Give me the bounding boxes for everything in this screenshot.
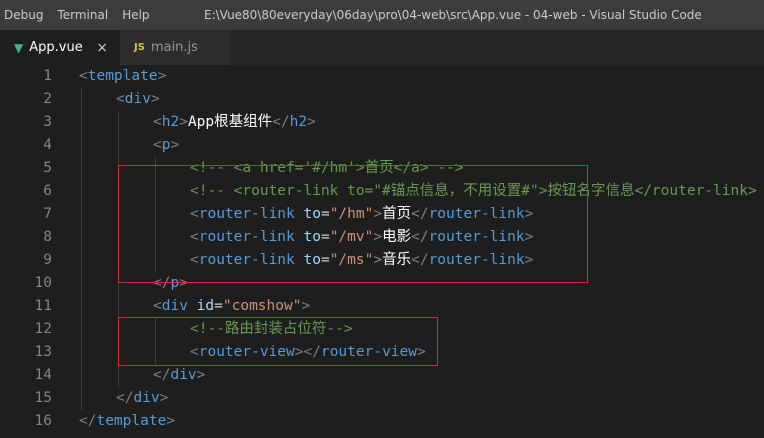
code-text: <h2>App根基组件</h2>	[153, 111, 316, 134]
vue-icon: ▼	[14, 40, 24, 55]
code-text: </div>	[116, 387, 168, 410]
tab-label: App.vue	[29, 40, 83, 55]
code-token: >	[307, 114, 316, 130]
code-token: template	[87, 68, 158, 84]
line-number: 1	[43, 68, 52, 84]
code-token: id	[196, 298, 215, 314]
code-token: div	[161, 298, 188, 314]
code-token: =	[214, 298, 223, 314]
code-line[interactable]: 15 </div>	[0, 387, 764, 410]
code-token: </	[272, 114, 290, 130]
menu-debug[interactable]: Debug	[0, 8, 50, 22]
tab-main-js[interactable]: JS main.js	[120, 30, 230, 65]
js-icon: JS	[134, 42, 145, 53]
annotation-box	[118, 165, 588, 283]
code-line[interactable]: 11 <div id="comshow">	[0, 295, 764, 318]
code-token: <	[153, 298, 162, 314]
code-text: <template>	[79, 65, 166, 88]
code-token: App根基组件	[187, 114, 273, 130]
code-token: >	[159, 390, 169, 406]
line-number: 2	[43, 91, 52, 107]
code-text: <div>	[116, 88, 160, 111]
code-token: template	[96, 413, 167, 429]
tab-bar: ▼ App.vue × JS main.js	[0, 30, 764, 65]
tab-label: main.js	[150, 40, 198, 55]
line-number: 15	[34, 390, 52, 406]
line-number: 3	[43, 114, 52, 130]
line-number: 4	[43, 137, 52, 153]
code-token: "comshow"	[222, 298, 302, 314]
code-token: div	[170, 367, 197, 383]
code-token: <	[153, 114, 162, 130]
menu-terminal[interactable]: Terminal	[50, 8, 115, 22]
window-title: E:\Vue80\80everyday\06day\pro\04-web\src…	[204, 8, 702, 22]
code-token: >	[179, 114, 188, 130]
line-number: 8	[43, 229, 52, 245]
line-number: 10	[34, 275, 52, 291]
code-token: </	[116, 390, 134, 406]
code-line[interactable]: 1 <template>	[0, 65, 764, 88]
annotation-box	[118, 317, 438, 366]
code-line[interactable]: 16 </template>	[0, 410, 764, 433]
close-icon[interactable]: ×	[96, 40, 108, 56]
code-text: <div id="comshow">	[153, 295, 310, 318]
line-number: 5	[43, 160, 52, 176]
code-token: <	[79, 68, 88, 84]
line-number: 7	[43, 206, 52, 222]
code-editor[interactable]: 1 <template> 2 <div> 3 <h2>App根基组件</h2> 4 <p> 5 <…	[0, 65, 764, 438]
code-token: </	[79, 413, 97, 429]
menu-help[interactable]: Help	[115, 8, 156, 22]
line-number: 16	[34, 413, 52, 429]
code-token: >	[150, 91, 160, 107]
code-token: >	[170, 137, 180, 153]
code-line[interactable]: 14 </div>	[0, 364, 764, 387]
code-token: div	[124, 91, 151, 107]
code-line[interactable]: 3 <h2>App根基组件</h2>	[0, 111, 764, 134]
line-number: 9	[43, 252, 52, 268]
line-number: 13	[34, 344, 52, 360]
line-number: 14	[34, 367, 52, 383]
line-number: 11	[34, 298, 52, 314]
code-line[interactable]: 2 <div>	[0, 88, 764, 111]
code-token: h2	[289, 114, 308, 130]
code-line[interactable]: 4 <p>	[0, 134, 764, 157]
code-token: >	[301, 298, 311, 314]
code-token: >	[157, 68, 167, 84]
code-text: <p>	[153, 134, 179, 157]
line-number: 6	[43, 183, 52, 199]
indent-guide	[81, 88, 82, 410]
code-token: >	[166, 413, 176, 429]
code-token: <	[116, 91, 125, 107]
code-token: <	[153, 137, 162, 153]
code-token: >	[196, 367, 206, 383]
tab-app-vue[interactable]: ▼ App.vue ×	[0, 30, 120, 65]
code-text: </div>	[153, 364, 205, 387]
code-text: </template>	[79, 410, 175, 433]
code-token: h2	[161, 114, 180, 130]
line-number: 12	[34, 321, 52, 337]
code-token: </	[153, 367, 171, 383]
code-token: div	[133, 390, 160, 406]
